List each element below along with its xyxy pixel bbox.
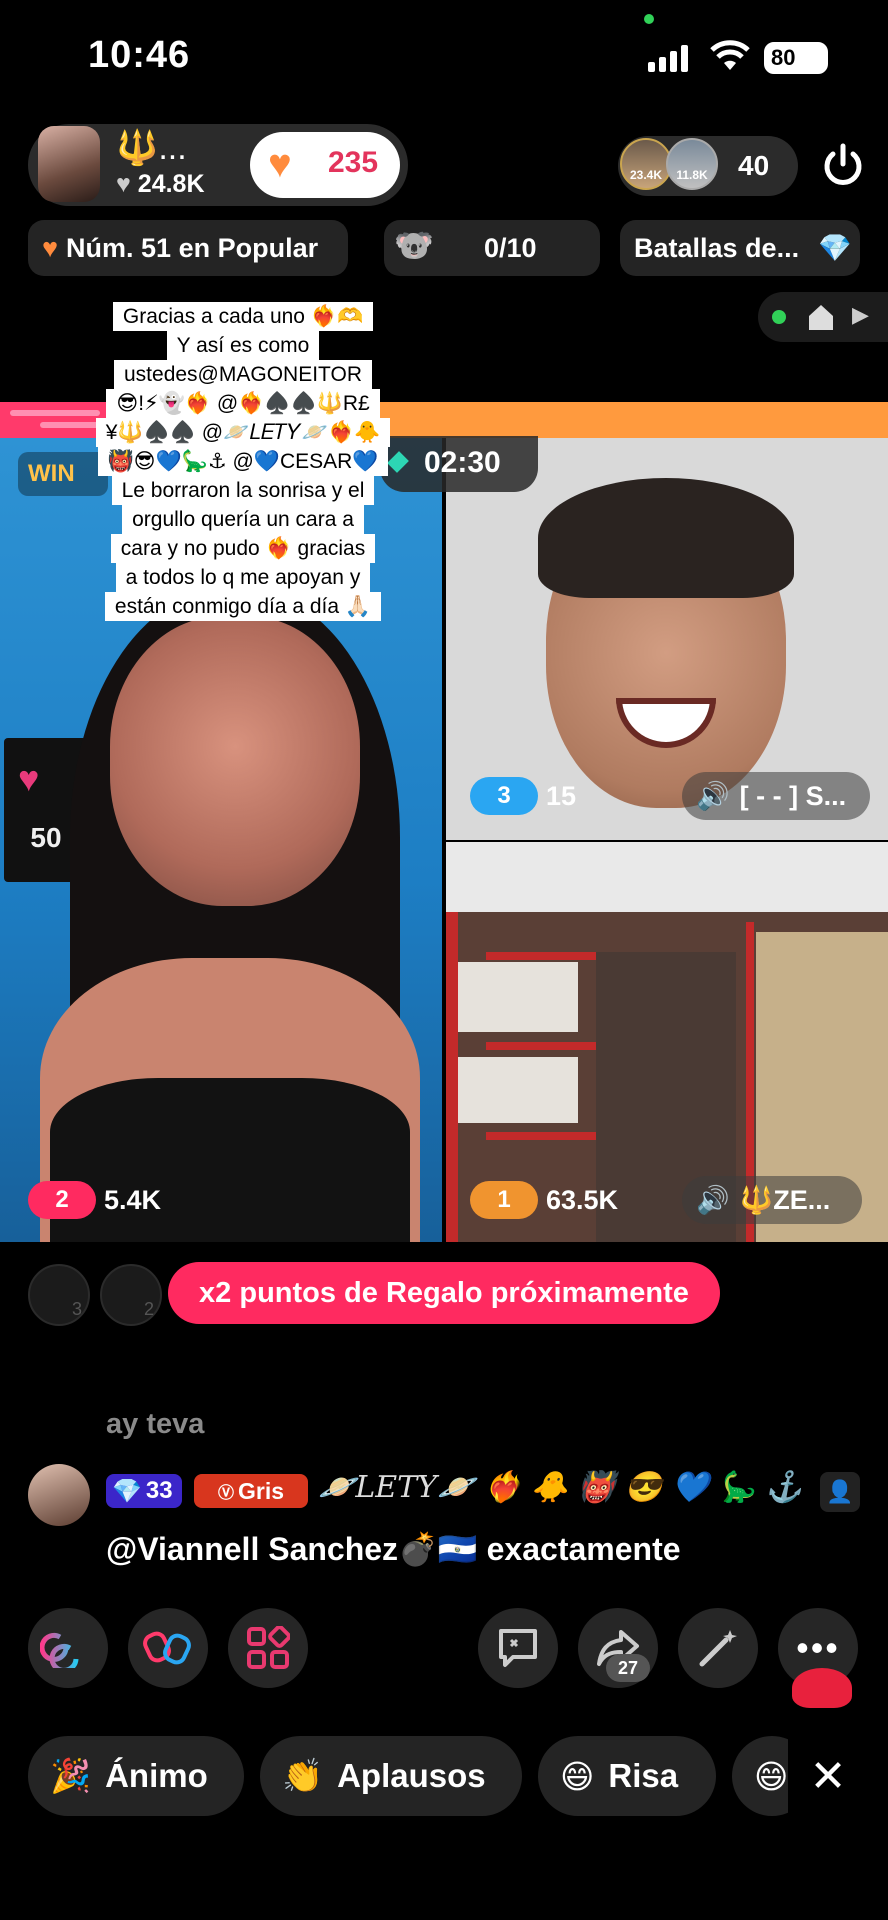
- commenter-avatar[interactable]: [28, 1464, 90, 1526]
- score: 63.5K: [546, 1184, 619, 1215]
- bottom-right-guest-name[interactable]: 🔊 🔱ZE...: [682, 1176, 862, 1224]
- battery-icon: 80: [764, 42, 828, 74]
- shelf: [446, 912, 458, 1242]
- speaker-icon: 🔊: [696, 781, 730, 811]
- left-score-tag: 2 5.4K: [28, 1178, 161, 1222]
- user-options-icon[interactable]: 👤: [820, 1472, 860, 1512]
- effects-button[interactable]: [678, 1608, 758, 1688]
- viewer-avatar[interactable]: 23.4K: [620, 138, 672, 190]
- koala-icon: 🐨: [394, 227, 434, 263]
- viewer-avatar[interactable]: 11.8K: [666, 138, 718, 190]
- note-line: Gracias a cada uno ❤️‍🔥🫶: [112, 302, 374, 331]
- quick-reaction-risa[interactable]: 😄 Risa: [538, 1736, 716, 1816]
- cellular-signal-icon: [648, 44, 690, 72]
- gifter-avatar[interactable]: 2: [100, 1264, 162, 1326]
- mini-controls[interactable]: ▶: [758, 292, 888, 342]
- heart-icon: ♥: [18, 758, 40, 799]
- link-guest-button[interactable]: [28, 1608, 108, 1688]
- broken-heart-icon: ♥: [42, 232, 59, 263]
- commenter-name[interactable]: 🪐𝐿𝐸𝑇𝑌🪐 ❤️‍🔥 🐥 👹 😎 💙 🦕 ⚓: [318, 1470, 803, 1505]
- shelf-boxes: [458, 1057, 578, 1123]
- note-line: orgullo quería un cara a: [122, 505, 364, 534]
- host-avatar[interactable]: [38, 126, 100, 202]
- gift-points-banner[interactable]: x2 puntos de Regalo próximamente: [168, 1262, 720, 1324]
- host-likes: ♥ 24.8K: [116, 170, 205, 198]
- power-icon[interactable]: [818, 140, 868, 190]
- bear-goal-chip[interactable]: 🐨 0/10: [384, 220, 600, 276]
- smile-icon: 😄: [560, 1757, 595, 1795]
- battles-chip[interactable]: Batallas de... 💎: [620, 220, 860, 276]
- link-icon: [40, 1632, 79, 1668]
- diamond-icon: 💎: [112, 1477, 142, 1505]
- chat-bubble-icon: [499, 1629, 537, 1667]
- shelf: [486, 1132, 596, 1140]
- wifi-icon: [710, 40, 750, 70]
- score: 15: [546, 780, 577, 811]
- note-line: Le borraron la sonrisa y el: [111, 476, 375, 505]
- gifter-avatar[interactable]: 3: [28, 1264, 90, 1326]
- note-line: Y así es como: [166, 331, 320, 360]
- apps-button[interactable]: [228, 1608, 308, 1688]
- note-line: 😎!⚡👻❤️‍🔥 @❤️‍🔥♠️♠️🔱R£: [106, 389, 380, 418]
- note-line: ¥🔱♠️♠️ @🪐𝐿𝐸𝑇𝑌🪐❤️‍🔥🐥: [95, 418, 391, 447]
- note-line: cara y no pudo ❤️‍🔥 gracias: [110, 534, 376, 563]
- pinned-note[interactable]: Gracias a cada uno ❤️‍🔥🫶 Y así es como u…: [88, 302, 398, 621]
- comment-settings-button[interactable]: [478, 1608, 558, 1688]
- heart-follow-button[interactable]: ♥ 235: [250, 132, 400, 198]
- heart-icon: ♥: [116, 170, 131, 198]
- top-right-score-tag: 3 15: [470, 774, 576, 818]
- shelf: [486, 1042, 596, 1050]
- smile-icon: 😄: [754, 1757, 789, 1795]
- rank-badge: 3: [470, 777, 538, 815]
- bottom-right-score-tag: 1 63.5K: [470, 1178, 618, 1222]
- store-ceiling: [446, 842, 888, 912]
- popular-rank-chip[interactable]: ♥ Núm. 51 en Popular: [28, 220, 348, 276]
- share-count-badge: 27: [606, 1654, 650, 1682]
- close-icon[interactable]: ✕: [788, 1736, 868, 1816]
- shelf-boxes: [458, 962, 578, 1032]
- comment-text: @Viannell Sanchez💣🇸🇻 exactamente: [106, 1531, 681, 1567]
- speaker-icon: 🔊: [696, 1185, 730, 1215]
- quick-reaction-animo[interactable]: 🎉 Ánimo: [28, 1736, 244, 1816]
- arrow-right-icon: ▶: [852, 302, 869, 327]
- floating-heart-icon: [792, 1668, 852, 1708]
- home-icon: [809, 305, 833, 330]
- rank-badge: 1: [470, 1181, 538, 1219]
- host-face: [110, 616, 360, 906]
- note-line: 👹😎💙🦕⚓ @💙CESAR💙: [97, 447, 389, 476]
- faded-comment: ay teva: [106, 1408, 205, 1440]
- grid-icon: [247, 1626, 290, 1669]
- note-line: están conmigo día a día 🙏🏻: [104, 592, 382, 621]
- host-name: 🔱...: [116, 129, 187, 167]
- rank-badge: 2: [28, 1181, 96, 1219]
- guest-hair: [538, 478, 794, 598]
- live-dot-icon: [772, 310, 786, 324]
- top-right-guest-name[interactable]: 🔊 [ - - ] S...: [682, 772, 870, 820]
- battery-level: 80: [771, 45, 796, 70]
- note-line: a todos lo q me apoyan y: [115, 563, 371, 592]
- diamond-icon: 💎: [818, 233, 852, 263]
- orange-heart-icon: ♥: [268, 142, 292, 186]
- note-line: ustedes@MAGONEITOR: [114, 360, 372, 389]
- party-popper-icon: 🎉: [50, 1756, 92, 1794]
- subscriber-badge: Ⓥ Gris: [194, 1474, 308, 1508]
- shelf: [486, 952, 596, 960]
- viewer-count[interactable]: 40: [738, 150, 769, 182]
- status-time: 10:46: [88, 34, 191, 76]
- battle-timer: 02:30: [380, 436, 538, 492]
- magic-wand-icon: [699, 1630, 737, 1667]
- heart-count: 235: [328, 146, 379, 179]
- quick-reaction-aplausos[interactable]: 👏 Aplausos: [260, 1736, 522, 1816]
- boxing-glove-icon: [143, 1631, 191, 1665]
- match-battle-button[interactable]: [128, 1608, 208, 1688]
- crown-icon: Ⓥ: [217, 1485, 234, 1502]
- bear-goal-progress: 0/10: [484, 233, 537, 263]
- more-dots-icon: •••: [796, 1627, 840, 1668]
- level-badge: 💎 33: [106, 1474, 182, 1508]
- score: 5.4K: [104, 1184, 162, 1215]
- camera-indicator-dot: [644, 14, 654, 24]
- clap-icon: 👏: [282, 1756, 324, 1794]
- trident-icon: 🔱: [116, 129, 159, 167]
